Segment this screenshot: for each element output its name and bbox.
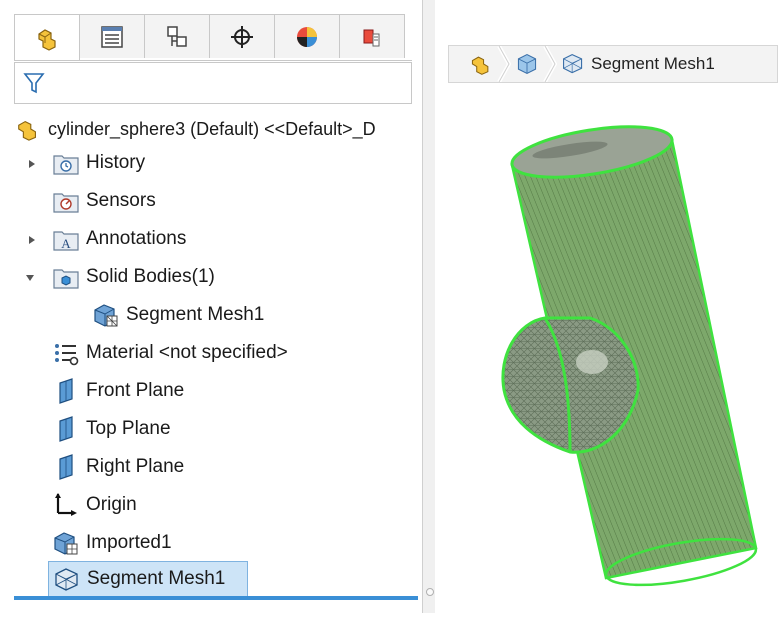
tree-item-label: Top Plane	[86, 418, 171, 439]
filter-field[interactable]	[14, 62, 412, 104]
tab-property-manager[interactable]	[79, 14, 145, 58]
tree-item-label: Segment Mesh1	[126, 304, 265, 325]
mesh-model[interactable]	[440, 100, 780, 613]
tree-item-label: Right Plane	[86, 456, 185, 477]
tree-root-label: cylinder_sphere3 (Default) <<Default>_D	[48, 118, 376, 139]
filter-icon[interactable]	[23, 71, 45, 95]
tree-item-label: Imported1	[86, 532, 172, 553]
tree-item-origin[interactable]: Origin	[52, 488, 137, 522]
tree-item-front-plane[interactable]: Front Plane	[52, 374, 184, 408]
plane-icon	[52, 377, 80, 405]
history-folder-icon	[52, 149, 80, 177]
tree-item-label: Segment Mesh1	[87, 568, 226, 589]
tree-item-segment-mesh-body[interactable]: Segment Mesh1	[92, 298, 264, 332]
material-icon	[52, 339, 80, 367]
breadcrumb-segment-mesh[interactable]: Segment Mesh1	[561, 52, 715, 76]
tree-item-label: Solid Bodies(1)	[86, 266, 215, 287]
tree-item-annotations[interactable]: A Annotations	[52, 222, 186, 256]
graphics-viewport[interactable]	[440, 100, 780, 613]
plane-icon	[52, 453, 80, 481]
tree-item-label: Origin	[86, 494, 137, 515]
part-icon	[14, 115, 42, 143]
breadcrumb-label: Segment Mesh1	[591, 54, 715, 73]
expand-history-arrow[interactable]	[26, 158, 38, 170]
tree-item-history[interactable]: History	[52, 146, 145, 180]
chevron-right-icon	[543, 46, 557, 82]
sensors-folder-icon	[52, 187, 80, 215]
manager-tabs	[14, 14, 412, 61]
chevron-right-icon	[497, 46, 511, 82]
dimxpert-icon	[231, 25, 253, 48]
tree-item-label: Front Plane	[86, 380, 185, 401]
feature-manager-icon	[38, 28, 56, 51]
segment-mesh-icon	[563, 53, 583, 74]
tree-item-sensors[interactable]: Sensors	[52, 184, 156, 218]
svg-text:A: A	[61, 236, 71, 251]
tab-feature-manager[interactable]	[14, 14, 80, 60]
tab-dimxpert-manager[interactable]	[209, 14, 275, 58]
annotations-folder-icon: A	[52, 225, 80, 253]
tree-item-label: Annotations	[86, 228, 187, 249]
mesh-body-icon	[92, 301, 120, 329]
tree-item-label: History	[86, 152, 146, 173]
origin-icon	[52, 491, 80, 519]
feature-manager-panel: cylinder_sphere3 (Default) <<Default>_D …	[0, 0, 422, 613]
tree-item-right-plane[interactable]: Right Plane	[52, 450, 184, 484]
tree-item-top-plane[interactable]: Top Plane	[52, 412, 171, 446]
solid-bodies-folder-icon	[52, 263, 80, 291]
tree-item-segment-mesh-selected[interactable]: Segment Mesh1	[48, 561, 248, 597]
tab-display-manager[interactable]	[274, 14, 340, 58]
configuration-manager-icon	[167, 25, 187, 47]
tree-item-solid-bodies[interactable]: Solid Bodies(1)	[52, 260, 215, 294]
breadcrumb-solid-body[interactable]	[515, 52, 539, 76]
breadcrumb: Segment Mesh1	[448, 45, 778, 83]
tree-item-imported[interactable]: Imported1	[52, 526, 172, 560]
property-manager-icon	[101, 25, 123, 48]
display-manager-icon	[297, 26, 317, 47]
solid-body-icon	[517, 53, 537, 75]
breadcrumb-part[interactable]	[469, 52, 493, 76]
part-icon	[471, 56, 489, 75]
tab-cam-manager[interactable]	[339, 14, 405, 58]
expand-annotations-arrow[interactable]	[26, 234, 38, 246]
panel-splitter[interactable]	[422, 0, 435, 613]
plane-icon	[52, 415, 80, 443]
collapse-solid-bodies-arrow[interactable]	[24, 272, 36, 284]
imported-feature-icon	[52, 529, 80, 557]
cam-icon	[363, 29, 380, 46]
panel-bottom-bar	[14, 596, 418, 600]
tree-item-label: Sensors	[86, 190, 156, 211]
tree-root[interactable]: cylinder_sphere3 (Default) <<Default>_D	[14, 112, 376, 146]
tree-item-material[interactable]: Material <not specified>	[52, 336, 288, 370]
splitter-grip[interactable]	[426, 588, 434, 596]
tree-item-label: Material <not specified>	[86, 342, 288, 363]
tab-configuration-manager[interactable]	[144, 14, 210, 58]
segment-mesh-icon	[53, 565, 81, 593]
